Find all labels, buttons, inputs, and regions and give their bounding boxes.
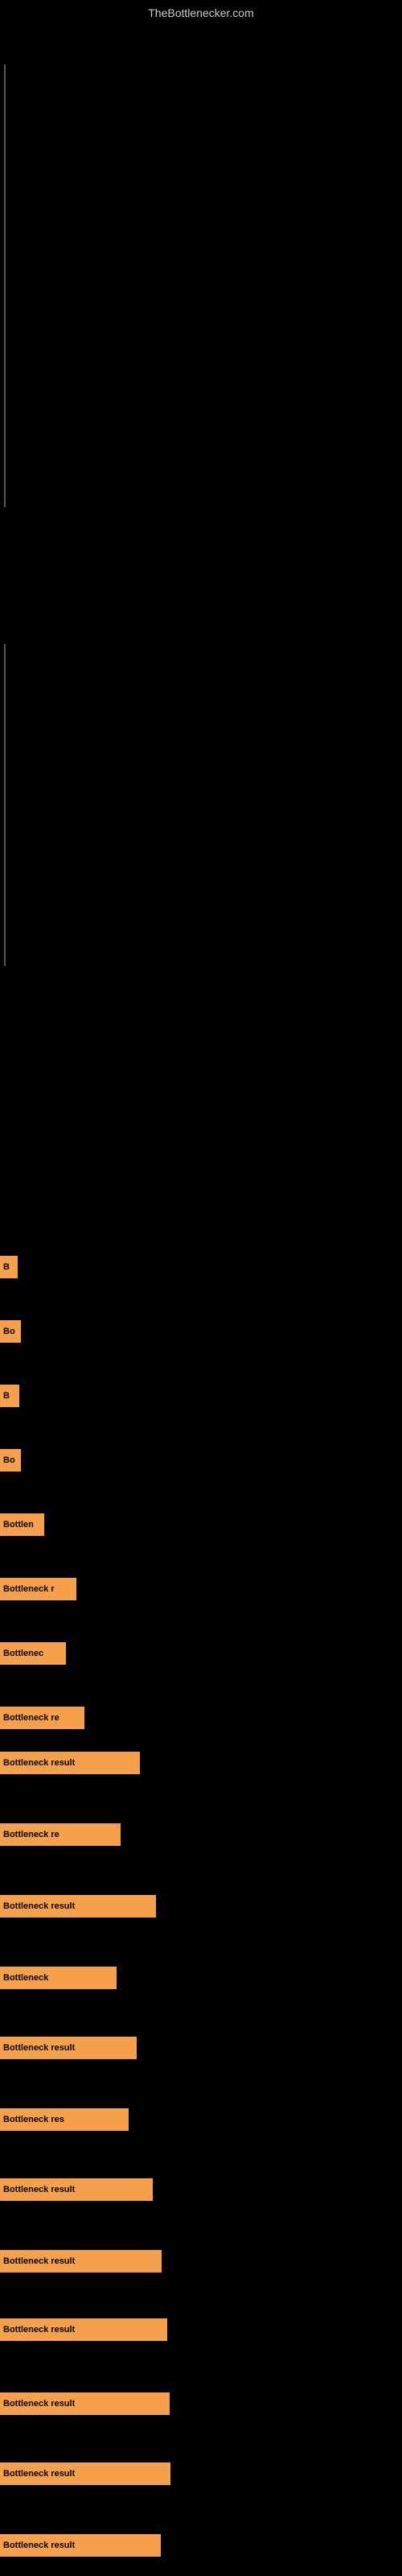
- bar-row: Bottlen: [0, 1513, 44, 1536]
- bottleneck-bar-0: B: [0, 1256, 18, 1278]
- bottleneck-bar-2: B: [0, 1385, 19, 1407]
- bar-row: Bottleneck result: [0, 2037, 137, 2059]
- bottleneck-bar-1: Bo: [0, 1320, 21, 1343]
- bar-row: Bottleneck re: [0, 1823, 121, 1846]
- bottleneck-bar-13: Bottleneck res: [0, 2108, 129, 2131]
- bar-row: B: [0, 1385, 19, 1407]
- bar-row: Bottleneck: [0, 1967, 117, 1989]
- bottleneck-bar-14: Bottleneck result: [0, 2178, 153, 2201]
- bottleneck-bar-15: Bottleneck result: [0, 2250, 162, 2273]
- bar-row: Bottleneck res: [0, 2108, 129, 2131]
- bar-row: Bottleneck result: [0, 2250, 162, 2273]
- bottleneck-bar-9: Bottleneck re: [0, 1823, 121, 1846]
- bar-row: Bottleneck r: [0, 1578, 76, 1600]
- bottleneck-bar-6: Bottlenec: [0, 1642, 66, 1665]
- bar-row: Bottleneck result: [0, 2392, 170, 2415]
- vertical-line-0: [4, 64, 6, 507]
- bottleneck-bar-5: Bottleneck r: [0, 1578, 76, 1600]
- bottleneck-bar-10: Bottleneck result: [0, 1895, 156, 1918]
- bar-row: Bottleneck result: [0, 2318, 167, 2341]
- bar-row: Bottlenec: [0, 1642, 66, 1665]
- bar-row: B: [0, 1256, 18, 1278]
- bottleneck-bar-16: Bottleneck result: [0, 2318, 167, 2341]
- bar-row: Bo: [0, 1320, 21, 1343]
- bottleneck-bar-11: Bottleneck: [0, 1967, 117, 1989]
- vertical-line-1: [4, 644, 6, 966]
- bar-row: Bo: [0, 1449, 21, 1472]
- bottleneck-bar-7: Bottleneck re: [0, 1707, 84, 1729]
- bar-row: Bottleneck result: [0, 1752, 140, 1774]
- bottleneck-bar-3: Bo: [0, 1449, 21, 1472]
- bar-row: Bottleneck result: [0, 1895, 156, 1918]
- bottleneck-bar-12: Bottleneck result: [0, 2037, 137, 2059]
- bottleneck-bar-4: Bottlen: [0, 1513, 44, 1536]
- bar-row: Bottleneck re: [0, 1707, 84, 1729]
- bottleneck-bar-18: Bottleneck result: [0, 2462, 170, 2485]
- site-title: TheBottlenecker.com: [148, 6, 254, 19]
- bottleneck-bar-17: Bottleneck result: [0, 2392, 170, 2415]
- bar-row: Bottleneck result: [0, 2462, 170, 2485]
- bar-row: Bottleneck result: [0, 2534, 161, 2557]
- bottleneck-bar-8: Bottleneck result: [0, 1752, 140, 1774]
- bottleneck-bar-19: Bottleneck result: [0, 2534, 161, 2557]
- bar-row: Bottleneck result: [0, 2178, 153, 2201]
